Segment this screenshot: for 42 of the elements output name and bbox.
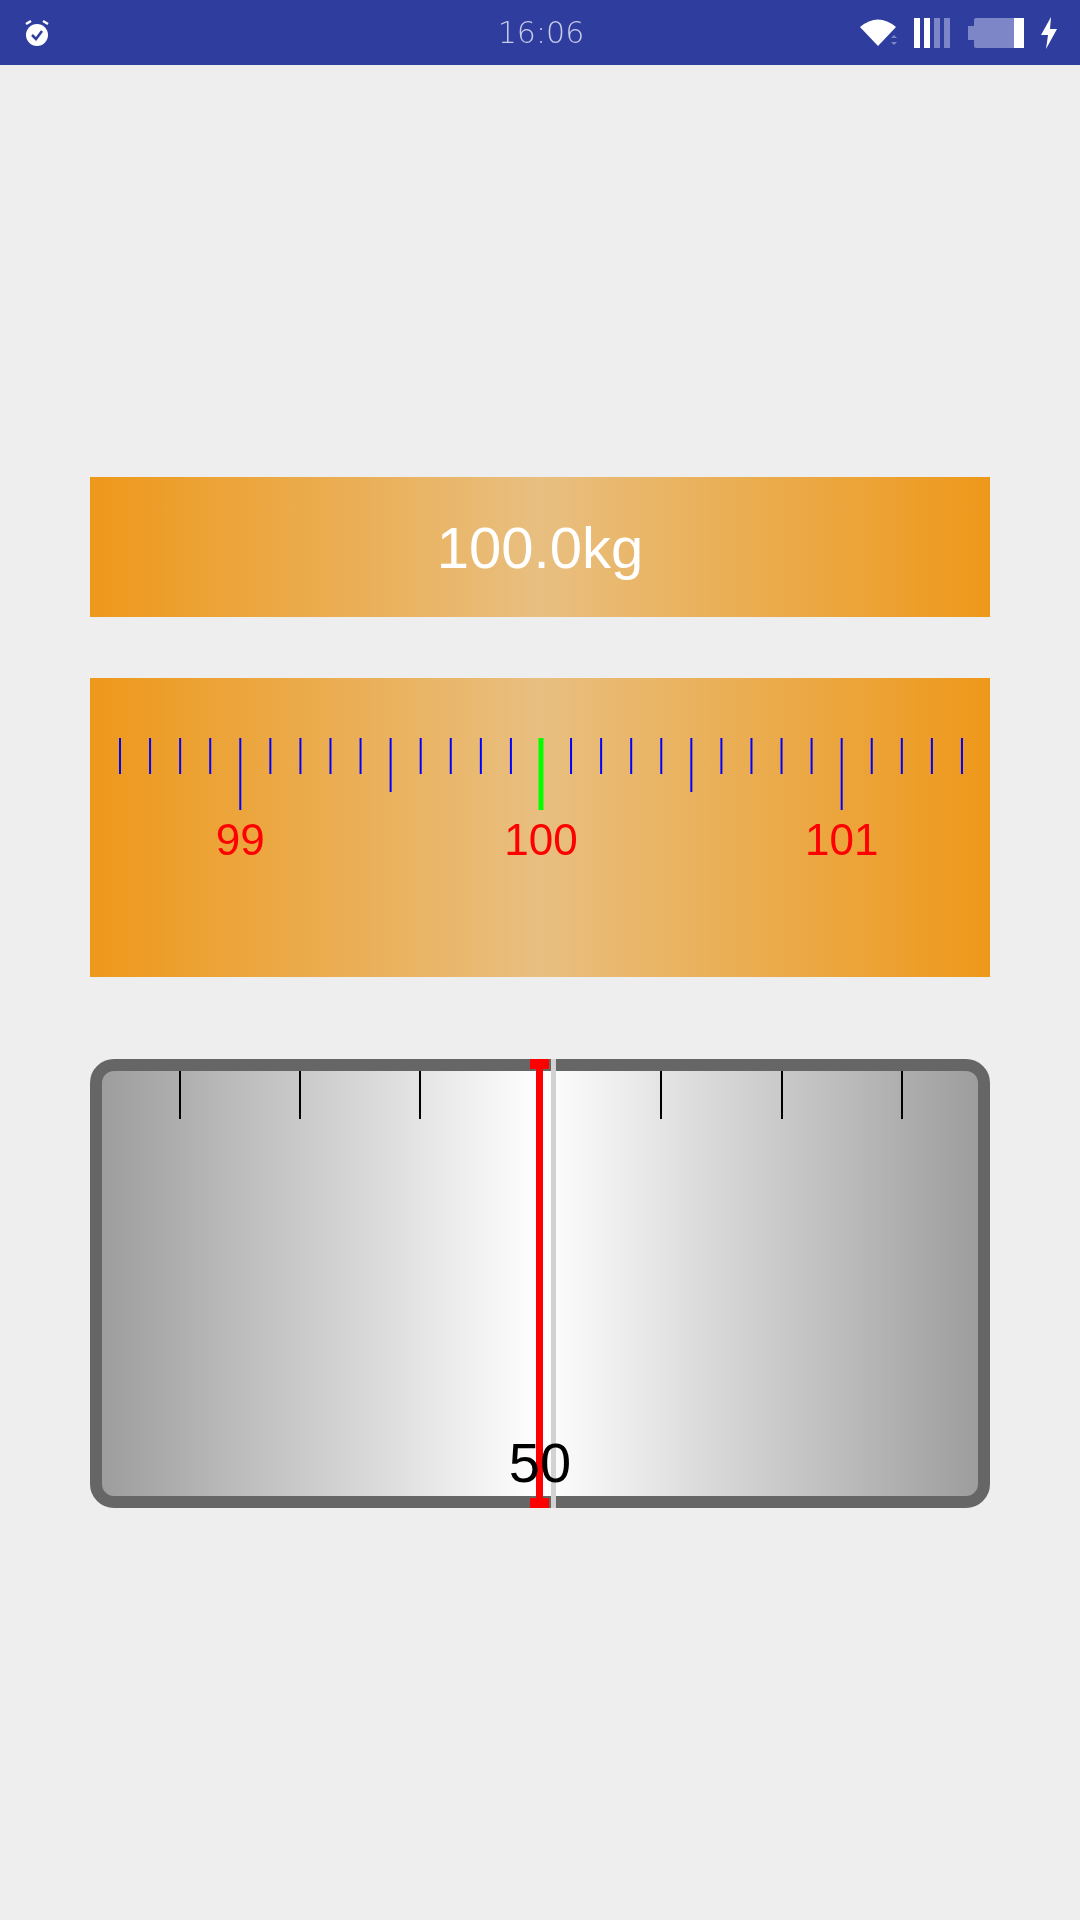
scale-tick: [660, 737, 663, 775]
scale-label: 99: [215, 815, 265, 864]
scale-tick: [449, 737, 452, 775]
scale-label: 101: [804, 815, 879, 864]
scale-tick: [930, 737, 933, 775]
scale-label: 100: [504, 815, 578, 864]
scale-tick: [570, 737, 573, 775]
scale-tick: [329, 737, 332, 775]
scale-tick: [900, 737, 903, 775]
scale-tick: [299, 1070, 301, 1120]
scale-tick: [179, 1070, 181, 1120]
battery-icon: [968, 17, 1024, 48]
scale-tick: [389, 737, 392, 793]
scale-tick: [359, 737, 362, 775]
scale-tick: [870, 737, 873, 775]
scale-tick: [660, 1070, 662, 1120]
scale-tick: [269, 737, 272, 775]
scale-tick: [509, 737, 512, 775]
scale-tick: [781, 1070, 783, 1120]
charging-icon: [1040, 16, 1058, 49]
scale-tick: [419, 737, 422, 775]
scale-tick: [419, 1070, 421, 1120]
scale-tick: [119, 737, 121, 775]
scale-tick: [690, 737, 693, 793]
scale-tick: [630, 737, 633, 775]
weight-display: 100.0kg: [90, 477, 990, 617]
scale-tick: [209, 737, 212, 775]
scale-tick: [149, 737, 152, 775]
scale-tick: [299, 737, 302, 775]
clock-time: 16:06: [497, 14, 585, 52]
alarm-icon: [24, 18, 50, 47]
scale-tick: [179, 737, 182, 775]
scale-tick: [479, 737, 482, 775]
wifi-icon: [858, 17, 898, 48]
scale-tick: [750, 737, 753, 775]
scale-tick: [960, 737, 963, 775]
scale-tick: [810, 737, 813, 775]
scale-tick: [780, 737, 783, 775]
scale-tick: [600, 737, 603, 775]
scale-tick: [901, 1070, 903, 1120]
signal-icon: [914, 17, 952, 48]
scale-tick: [720, 737, 723, 775]
